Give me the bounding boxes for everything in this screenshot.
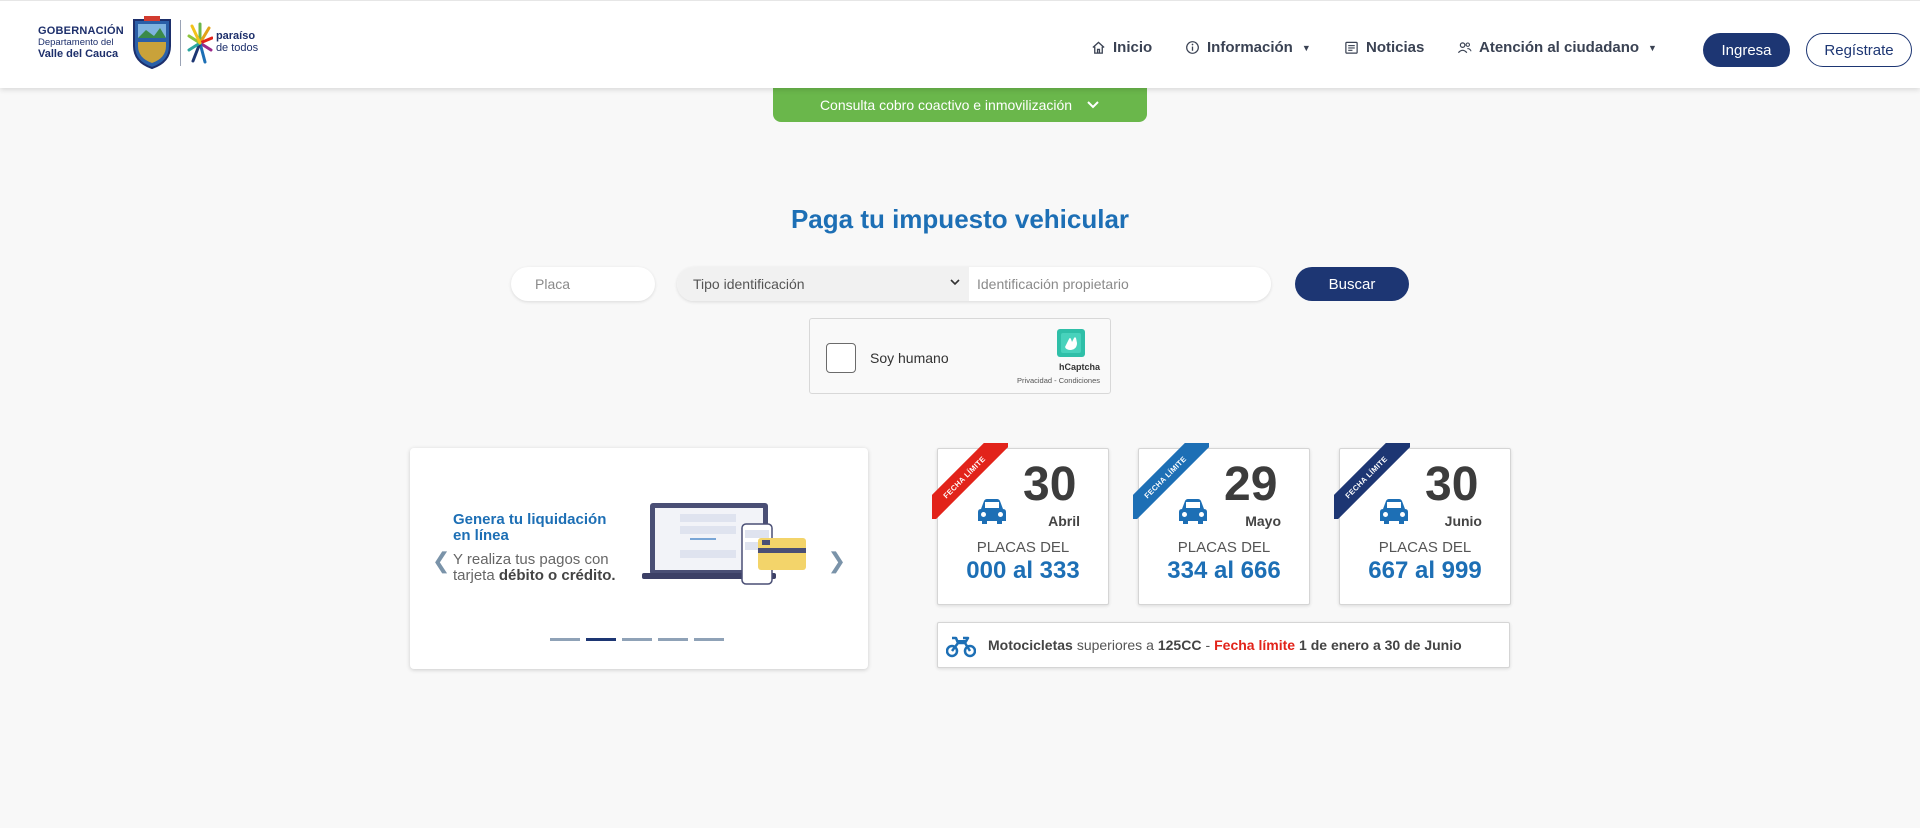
chevron-down-icon	[1087, 101, 1099, 109]
nav-informacion[interactable]: Información ▼	[1185, 39, 1311, 56]
car-icon	[1380, 499, 1408, 524]
hcaptcha-widget: Soy humano hCaptcha Privacidad - Condici…	[809, 318, 1111, 394]
placas-label: PLACAS DEL	[976, 539, 1070, 556]
placas-range: 667 al 999	[1368, 557, 1482, 584]
gov-line-1: GOBERNACIÓN	[38, 24, 124, 37]
moto-fecha-label: Fecha límite	[1214, 637, 1296, 653]
carousel-text-bold: débito o crédito.	[498, 566, 616, 584]
placas-label: PLACAS DEL	[1378, 539, 1472, 556]
tipo-identificacion-select[interactable]: Tipo identificación	[677, 267, 969, 301]
laptop-phone-card-illustration	[642, 503, 806, 585]
nav-inicio[interactable]: Inicio	[1091, 39, 1152, 56]
captcha-brand: hCaptcha	[1058, 362, 1100, 372]
moto-separator: -	[1205, 637, 1211, 653]
placas-range: 334 al 666	[1167, 557, 1281, 584]
moto-cc: 125CC	[1157, 637, 1202, 653]
moto-text: superiores a	[1076, 637, 1154, 653]
carousel-indicators	[550, 638, 724, 641]
motorcycle-notice: Motocicletas superiores a 125CC - Fecha …	[937, 622, 1510, 668]
hcaptcha-logo-icon	[1057, 329, 1085, 357]
site-header: GOBERNACIÓN Departamento del Valle del C…	[0, 0, 1920, 88]
carousel-dot-active[interactable]	[586, 638, 616, 641]
carousel-dot[interactable]	[694, 638, 724, 641]
carousel-dot[interactable]	[622, 638, 652, 641]
deadline-day: 30	[1425, 458, 1479, 511]
car-icon	[978, 499, 1006, 524]
motorcycle-icon	[946, 636, 976, 658]
identificacion-input[interactable]	[969, 267, 1271, 301]
deadline-card-2: FECHA LÍMITE 29 Mayo PLACAS DEL 334 al 6…	[1133, 443, 1310, 605]
nav-noticias-label: Noticias	[1366, 39, 1425, 56]
captcha-label: Soy humano	[870, 350, 949, 366]
placa-input[interactable]	[511, 267, 655, 301]
deadline-month: Abril	[1048, 513, 1080, 529]
deadline-day: 29	[1224, 458, 1278, 511]
users-icon	[1457, 42, 1472, 54]
info-icon	[1186, 41, 1199, 54]
carousel-prev-icon[interactable]: ❮	[432, 548, 450, 574]
car-icon	[1179, 499, 1207, 524]
logo-group[interactable]: GOBERNACIÓN Departamento del Valle del C…	[38, 13, 258, 73]
deadline-card-3: FECHA LÍMITE 30 Junio PLACAS DEL 667 al …	[1334, 443, 1511, 605]
registrate-button[interactable]: Regístrate	[1806, 33, 1912, 67]
nav-atencion-label: Atención al ciudadano	[1479, 39, 1640, 56]
buscar-button[interactable]: Buscar	[1295, 267, 1409, 301]
logo-divider	[179, 20, 181, 66]
nav-atencion[interactable]: Atención al ciudadano ▼	[1457, 39, 1657, 56]
deadline-month: Mayo	[1245, 513, 1281, 529]
paraiso-line-2: de todos	[215, 42, 259, 54]
gov-line-2: Departamento del	[38, 36, 114, 48]
nav-noticias[interactable]: Noticias	[1344, 39, 1424, 56]
nav-inicio-label: Inicio	[1113, 39, 1153, 56]
consulta-label: Consulta cobro coactivo e inmovilización	[819, 97, 1073, 113]
deadline-day: 30	[1023, 458, 1077, 511]
deadline-card-1: FECHA LÍMITE 30 Abril PLACAS DEL 000 al …	[932, 443, 1109, 605]
carousel-dot[interactable]	[550, 638, 580, 641]
moto-label: Motocicletas	[988, 637, 1073, 653]
carousel-dot[interactable]	[658, 638, 688, 641]
chevron-down-icon: ▼	[1301, 42, 1311, 53]
chevron-down-icon: ▼	[1648, 42, 1657, 53]
paraiso-text: paraíso de todos	[216, 31, 258, 54]
captcha-checkbox[interactable]	[826, 343, 856, 373]
captcha-links[interactable]: Privacidad - Condiciones	[1017, 376, 1100, 385]
placas-label: PLACAS DEL	[1177, 539, 1271, 556]
gobernacion-logo-text: GOBERNACIÓN Departamento del Valle del C…	[38, 25, 124, 61]
home-icon	[1092, 41, 1105, 54]
deadline-month: Junio	[1444, 513, 1482, 529]
carousel-text: Y realiza tus pagos con tarjeta débito o…	[453, 552, 628, 584]
newspaper-icon	[1345, 41, 1358, 54]
promo-carousel: ❮ Genera tu liquidación en línea Y reali…	[410, 448, 868, 669]
consulta-cobro-dropdown[interactable]: Consulta cobro coactivo e inmovilización	[773, 88, 1147, 122]
nav-informacion-label: Información	[1207, 39, 1293, 56]
ingresa-button[interactable]: Ingresa	[1703, 33, 1790, 67]
gov-line-3: Valle del Cauca	[38, 48, 119, 61]
chevron-down-icon	[950, 279, 960, 286]
placas-range: 000 al 333	[966, 557, 1080, 584]
paraiso-sun-icon	[187, 22, 213, 64]
page-title: Paga tu impuesto vehicular	[790, 204, 1130, 234]
carousel-next-icon[interactable]: ❯	[828, 548, 846, 574]
identification-group: Tipo identificación	[677, 267, 1271, 301]
tipo-identificacion-value: Tipo identificación	[693, 276, 805, 292]
carousel-title: Genera tu liquidación en línea	[453, 511, 607, 544]
coat-of-arms-icon	[132, 16, 171, 70]
moto-fecha-range: 1 de enero a 30 de Junio	[1299, 637, 1462, 653]
